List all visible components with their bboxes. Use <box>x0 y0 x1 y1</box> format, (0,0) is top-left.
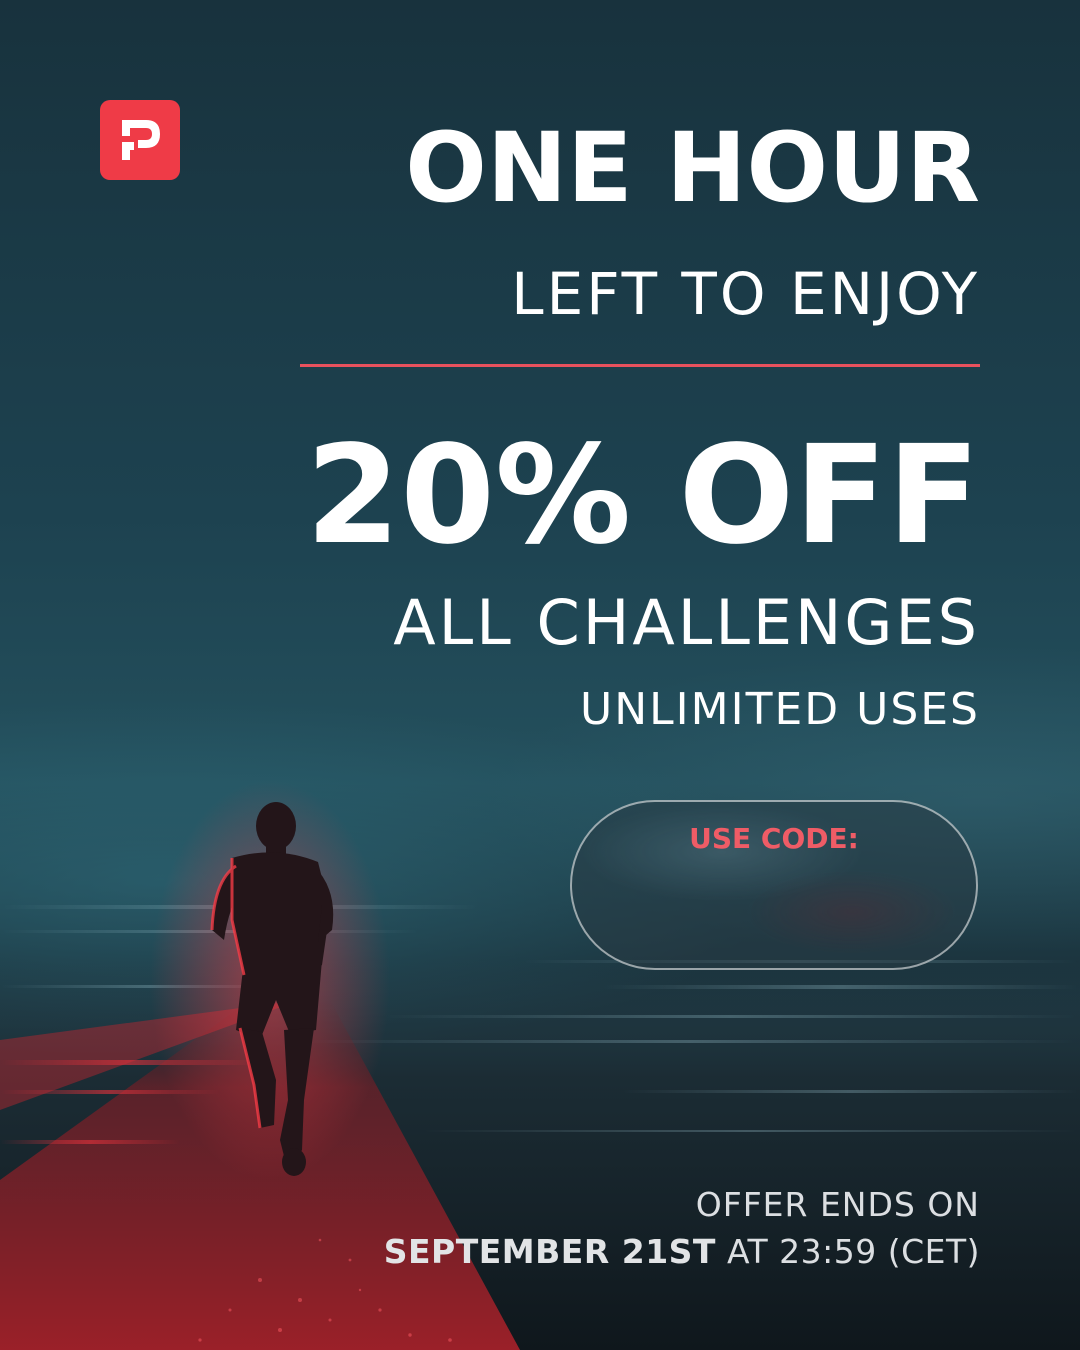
headline: ONE HOUR <box>405 112 980 224</box>
offer-end-time: AT 23:59 (CET) <box>726 1232 980 1271</box>
offer-end-date: SEPTEMBER 21ST <box>383 1232 716 1271</box>
divider-line <box>300 364 980 367</box>
promo-code-box: USE CODE: <box>570 800 978 970</box>
usage-note: UNLIMITED USES <box>580 684 980 735</box>
brand-p-logo-icon <box>100 100 180 180</box>
offer-ends-label: OFFER ENDS ON <box>695 1185 980 1224</box>
offer-end-datetime: SEPTEMBER 21ST AT 23:59 (CET) <box>384 1235 980 1268</box>
use-code-label: USE CODE: <box>689 822 859 855</box>
discount-scope: ALL CHALLENGES <box>393 586 980 659</box>
promo-poster: ONE HOUR LEFT TO ENJOY 20% OFF ALL CHALL… <box>0 0 1080 1350</box>
subheadline: LEFT TO ENJOY <box>511 260 980 328</box>
discount-amount: 20% OFF <box>305 417 980 575</box>
